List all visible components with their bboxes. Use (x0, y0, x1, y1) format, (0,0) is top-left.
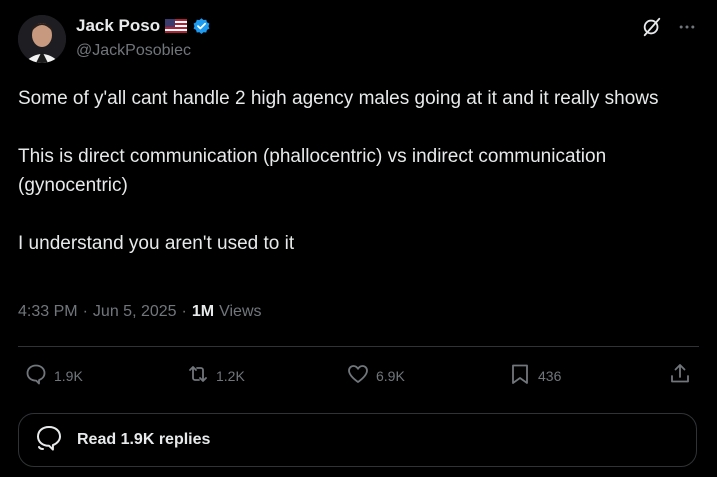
read-replies-label: Read 1.9K replies (77, 431, 211, 448)
bookmark-button[interactable]: 436 (508, 362, 561, 389)
avatar[interactable] (18, 15, 66, 63)
retweet-button[interactable]: 1.2K (186, 362, 245, 389)
author-handle[interactable]: @JackPosobiec (76, 42, 191, 60)
replies-bubble-icon (33, 422, 65, 459)
read-replies-button[interactable]: Read 1.9K replies (18, 413, 697, 467)
author-name-row: Jack Poso (76, 16, 211, 36)
views-count: 1M (191, 303, 215, 320)
reply-icon (24, 362, 48, 389)
us-flag-icon (165, 19, 188, 33)
views-label: Views (219, 303, 262, 320)
share-button[interactable] (668, 362, 692, 389)
grok-icon[interactable] (641, 16, 663, 38)
tweet-date[interactable]: Jun 5, 2025 (93, 303, 177, 321)
meta-separator: · (181, 303, 187, 320)
tweet-meta: 4:33 PM · Jun 5, 2025 · 1M Views (18, 303, 262, 321)
reply-count: 1.9K (54, 367, 83, 384)
meta-separator: · (82, 303, 88, 320)
bookmark-count: 436 (538, 367, 562, 384)
tweet-time[interactable]: 4:33 PM (18, 303, 78, 321)
more-options-icon[interactable] (677, 17, 697, 37)
bookmark-icon (508, 362, 532, 389)
reply-button[interactable]: 1.9K (24, 362, 83, 389)
divider (18, 346, 699, 347)
retweet-count: 1.2K (216, 367, 245, 384)
retweet-icon (186, 362, 210, 389)
tweet-text: Some of y'all cant handle 2 high agency … (18, 88, 659, 254)
author-display-name[interactable]: Jack Poso (76, 16, 160, 36)
like-button[interactable]: 6.9K (346, 362, 405, 389)
tweet-card: Jack Poso @JackPosobiec Some of y'all ca… (0, 0, 717, 477)
top-right-icons (641, 16, 697, 38)
share-icon (668, 362, 692, 389)
action-bar: 1.9K 1.2K 6.9K 436 (18, 362, 699, 392)
verified-badge-icon[interactable] (192, 17, 211, 36)
heart-icon (346, 362, 370, 389)
like-count: 6.9K (376, 367, 405, 384)
